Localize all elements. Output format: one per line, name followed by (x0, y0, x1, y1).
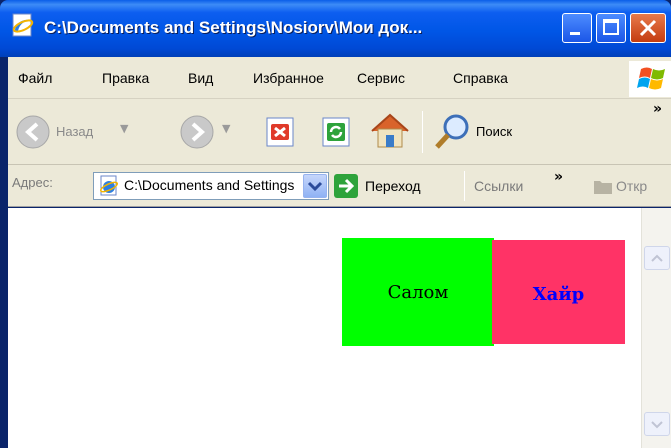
address-input[interactable]: C:\Documents and Settings\Nosiorv\Мои до… (93, 172, 329, 200)
chevron-up-icon (651, 254, 663, 262)
scroll-down-button[interactable] (644, 412, 670, 436)
stop-icon[interactable] (264, 115, 296, 149)
chevron-down-icon (651, 421, 663, 429)
back-dropdown-icon[interactable]: ▼ (120, 122, 128, 135)
menu-view[interactable]: Вид (188, 57, 213, 99)
address-separator (464, 171, 465, 201)
menu-bar: Файл Правка Вид Избранное Сервис Справка (8, 57, 671, 99)
forward-button[interactable]: ▼ (178, 113, 238, 151)
refresh-icon[interactable] (320, 115, 352, 149)
cell-greeting-text: Салом (387, 282, 449, 303)
go-label: Переход (365, 178, 421, 194)
address-label: Адрес: (12, 175, 53, 190)
ie-page-icon (12, 13, 34, 37)
title-bar[interactable]: C:\Documents and Settings\Nosiorv\Мои до… (0, 0, 671, 57)
search-button[interactable]: Поиск (432, 111, 542, 153)
search-label: Поиск (476, 124, 513, 139)
forward-arrow-icon (180, 115, 214, 149)
back-button[interactable]: Назад ▼ (14, 113, 144, 151)
cell-farewell-text: Хайр (532, 284, 585, 305)
menu-tools[interactable]: Сервис (357, 57, 405, 99)
window-title: C:\Documents and Settings\Nosiorv\Мои до… (44, 18, 423, 37)
vertical-scrollbar[interactable] (641, 208, 671, 448)
page-icon (99, 175, 119, 196)
search-icon (435, 114, 469, 149)
address-bar: Адрес: C:\Documents and Settings\Nosiorv… (8, 165, 671, 207)
forward-dropdown-icon[interactable]: ▼ (222, 122, 230, 135)
go-arrow-icon (334, 174, 358, 198)
toolbar-overflow-icon[interactable]: » (653, 101, 662, 117)
maximize-icon (603, 19, 619, 35)
folder-icon (594, 181, 612, 194)
standard-toolbar: Назад ▼ ▼ Поиск » (8, 99, 671, 165)
address-dropdown-button[interactable] (303, 174, 327, 198)
scroll-up-button[interactable] (644, 246, 670, 270)
minimize-icon (570, 32, 580, 35)
table-cell-greeting: Салом (342, 238, 494, 346)
menu-edit[interactable]: Правка (102, 57, 149, 99)
minimize-button[interactable] (562, 13, 592, 43)
menu-help[interactable]: Справка (453, 57, 508, 99)
chevron-down-icon (307, 181, 323, 192)
windows-logo-icon (629, 61, 671, 97)
close-button[interactable] (630, 13, 666, 43)
close-icon (639, 19, 657, 37)
links-overflow-icon[interactable]: » (554, 169, 563, 185)
back-arrow-icon (16, 115, 50, 149)
home-icon[interactable] (368, 109, 412, 153)
links-label[interactable]: Ссылки (474, 176, 523, 196)
address-value: C:\Documents and Settings\Nosiorv\Мои до… (124, 177, 294, 193)
menu-favorites[interactable]: Избранное (253, 57, 324, 99)
table-cell-farewell: Хайр (492, 240, 625, 344)
open-folder-button[interactable]: Откр (592, 171, 671, 201)
maximize-button[interactable] (596, 13, 626, 43)
open-folder-label: Откр (616, 178, 648, 194)
go-button[interactable]: Переход (333, 171, 453, 201)
back-label: Назад (56, 124, 94, 139)
toolbar-separator (422, 111, 423, 153)
menu-file[interactable]: Файл (18, 57, 52, 99)
